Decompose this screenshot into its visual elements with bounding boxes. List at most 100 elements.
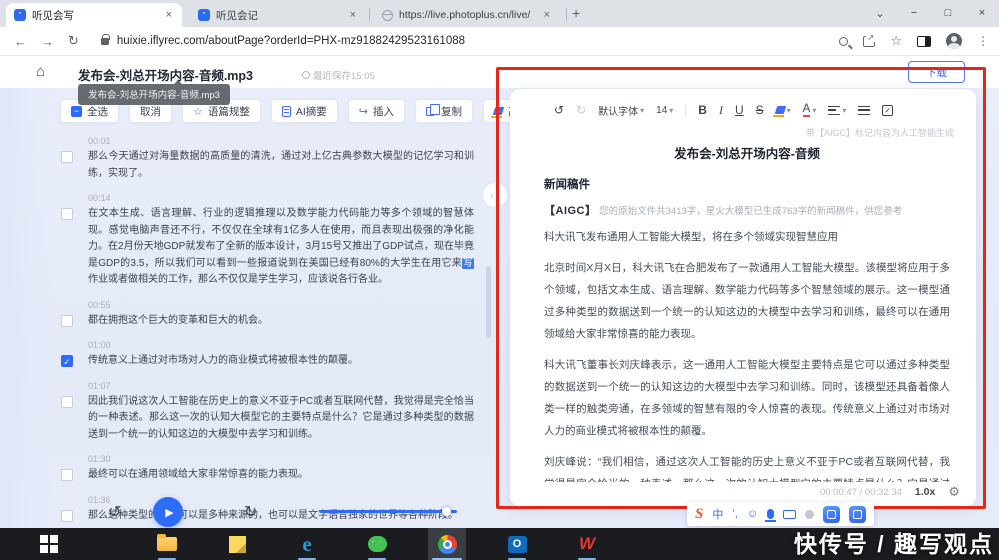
window-close-button[interactable]: × <box>965 0 999 26</box>
tab-huiji[interactable]: ” 听见会记 × <box>190 3 366 27</box>
segment-checkbox[interactable] <box>61 315 73 327</box>
tab-close-icon[interactable]: × <box>164 9 174 21</box>
input-method-bar: S 中 ’, ☺ <box>687 502 874 526</box>
forward-icon[interactable]: → <box>41 34 54 49</box>
profile-avatar[interactable] <box>946 33 962 49</box>
align-button[interactable]: ▾ <box>828 106 846 115</box>
segment-checkbox[interactable] <box>61 208 73 220</box>
globe-icon <box>382 10 393 21</box>
btn-insert[interactable]: ↪插入 <box>348 99 405 123</box>
taskbar-wps[interactable]: W <box>568 528 606 560</box>
task-list-button[interactable]: ✓ <box>882 105 893 116</box>
transcript-timestamp: 01:30 <box>88 454 476 464</box>
segment-text[interactable]: 因此我们说这次人工智能在历史上的意义不亚于PC或者互联网代替，我觉得是完全恰当的… <box>88 394 474 444</box>
segment-checkbox[interactable] <box>61 396 73 408</box>
taskbar-wechat[interactable] <box>358 528 396 560</box>
bold-button[interactable]: B <box>698 103 707 117</box>
font-family-select[interactable]: 默认字体 ▾ <box>598 103 644 118</box>
start-button[interactable] <box>30 528 68 560</box>
tab-divider <box>369 8 370 21</box>
chinese-mode-icon[interactable]: 中 <box>712 506 723 522</box>
window-maximize-button[interactable]: □ <box>931 0 965 26</box>
doc-paragraph[interactable]: 刘庆峰说：“我们相信，通过这次人工智能的历史上意义不亚于PC或者互联网代替，我觉… <box>544 451 950 482</box>
playback-speed[interactable]: 1.0x <box>915 486 935 498</box>
segment-checkbox[interactable] <box>61 469 73 481</box>
sogou-logo-icon[interactable]: S <box>695 506 703 523</box>
back-icon[interactable]: ← <box>14 34 27 49</box>
wechat-icon <box>368 536 387 552</box>
marker-icon <box>493 107 505 115</box>
rewind-icon[interactable]: ↺ <box>108 502 121 522</box>
lock-icon[interactable] <box>101 38 109 45</box>
selected-character: 写 <box>462 258 474 269</box>
transcript-timestamp: 00:14 <box>88 193 476 203</box>
zoom-icon[interactable] <box>839 37 848 46</box>
tab-photoplus[interactable]: https://live.photoplus.cn/live/ × <box>374 3 560 27</box>
strikethrough-button[interactable]: S <box>756 103 764 117</box>
transcript-timestamp: 00:55 <box>88 300 476 310</box>
keyboard-icon[interactable] <box>783 510 796 519</box>
segment-checkbox[interactable] <box>61 510 73 522</box>
underline-button[interactable]: U <box>735 103 744 117</box>
list-button[interactable] <box>858 106 870 115</box>
play-button[interactable]: ▶ <box>153 497 183 527</box>
home-icon[interactable]: ⌂ <box>36 63 45 80</box>
segment-text[interactable]: 在文本生成、语言理解、行业的逻辑推理以及数学能力代码能力等多个领域的智慧体现。感… <box>88 206 474 289</box>
punctuation-icon[interactable]: ’, <box>732 508 738 520</box>
button-label: 插入 <box>373 104 394 119</box>
taskbar-outlook[interactable]: O <box>498 528 536 560</box>
taskbar-edge[interactable]: e <box>288 528 326 560</box>
list-icon <box>858 106 870 115</box>
browser-menu-icon[interactable]: ⋮ <box>977 34 989 48</box>
toolbar-divider <box>685 104 686 117</box>
segment-text[interactable]: 那么今天通过对海量数据的高质量的清洗，通过对上亿古典参数大模型的记忆学习和训练，… <box>88 149 474 182</box>
segment-text[interactable]: 都在拥抱这个巨大的变革和巨大的机会。 <box>88 313 474 330</box>
gear-icon[interactable]: ⚙ <box>948 484 960 500</box>
url-text[interactable]: huixie.iflyrec.com/aboutPage?orderId=PHX… <box>117 35 465 47</box>
microphone-icon[interactable] <box>767 509 774 519</box>
new-tab-button[interactable]: + <box>572 5 580 21</box>
transcript-scrollbar[interactable] <box>486 266 491 338</box>
italic-button[interactable]: I <box>719 103 723 118</box>
highlight-color-button[interactable]: ▾ <box>776 106 791 115</box>
taskbar-sticky-notes[interactable] <box>218 528 256 560</box>
download-button[interactable]: 下载 <box>908 61 965 83</box>
browser-address-bar: ← → ↻ huixie.iflyrec.com/aboutPage?order… <box>0 27 999 56</box>
segment-checkbox[interactable] <box>61 151 73 163</box>
font-color-button[interactable]: A ▾ <box>803 103 817 117</box>
doc-paragraph[interactable]: 北京时间X月X日，科大讯飞在合肥发布了一款通用人工智能大模型。该模型将应用于多个… <box>544 257 950 345</box>
window-menu-chevron-icon[interactable]: ⌄ <box>863 0 897 26</box>
btn-copy[interactable]: 复制 <box>415 99 473 123</box>
windows-logo-icon <box>40 535 58 553</box>
tab-close-icon[interactable]: × <box>542 9 552 21</box>
forward-icon[interactable]: ↻ <box>244 502 257 522</box>
redo-icon[interactable]: ↻ <box>576 103 586 117</box>
toolbox-icon[interactable] <box>823 506 840 523</box>
autosave-status: 最近保存15:05 <box>302 68 375 82</box>
transcript-segment: ✓ 传统意义上通过对市场对人力的商业模式将被根本性的颠覆。 <box>60 353 476 370</box>
side-panel-icon[interactable] <box>917 36 931 47</box>
font-size-select[interactable]: 14 ▾ <box>656 105 673 116</box>
taskbar-file-explorer[interactable] <box>148 528 186 560</box>
share-icon[interactable] <box>863 36 875 47</box>
panel-collapse-handle[interactable]: ‹ › <box>482 182 508 208</box>
doc-paragraph[interactable]: 科大讯飞董事长刘庆峰表示，这一通用人工智能大模型主要特点是它可以通过多种类型的数… <box>544 354 950 442</box>
document-body[interactable]: 发布会-刘总开场内容-音频 新闻稿件 【AIGC】 您的原始文件共3413字，星… <box>544 141 950 482</box>
segment-text[interactable]: 传统意义上通过对市场对人力的商业模式将被根本性的颠覆。 <box>88 353 474 370</box>
emoji-icon[interactable]: ☺ <box>747 508 758 520</box>
undo-icon[interactable]: ↺ <box>554 103 564 117</box>
tab-close-icon[interactable]: × <box>348 9 358 21</box>
skin-icon[interactable] <box>805 510 814 519</box>
tab-huixie[interactable]: ” 听见会写 × <box>6 3 182 27</box>
progress-slider[interactable] <box>320 510 457 513</box>
bookmark-star-icon[interactable]: ☆ <box>890 33 902 49</box>
window-minimize-button[interactable]: − <box>897 0 931 26</box>
segment-text[interactable]: 最终可以在通用领域给大家非常惊喜的能力表现。 <box>88 467 474 484</box>
doc-paragraph[interactable]: 科大讯飞发布通用人工智能大模型，将在多个领域实现智慧应用 <box>544 226 950 248</box>
taskbar-chrome[interactable] <box>428 528 466 560</box>
toolbox-icon-2[interactable] <box>849 506 866 523</box>
btn-ai-summary[interactable]: AI摘要 <box>271 99 338 123</box>
slider-knob[interactable] <box>442 507 451 516</box>
segment-checkbox[interactable]: ✓ <box>61 355 73 367</box>
reload-icon[interactable]: ↻ <box>68 33 79 49</box>
